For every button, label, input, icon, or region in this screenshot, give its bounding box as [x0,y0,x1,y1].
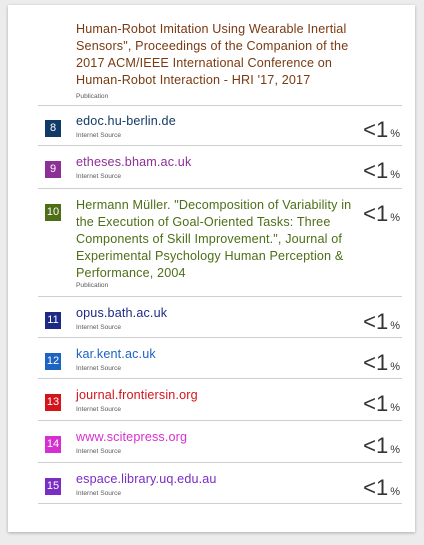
source-row-13: 13 journal.frontiersin.org Internet Sour… [38,379,402,421]
percent-sign: % [390,169,400,181]
source-type-label: Publication [76,93,109,100]
source-type-label: Internet Source [76,324,122,331]
source-number-badge: 10 [45,204,61,221]
source-row-10: 10 Hermann Müller. "Decomposition of Var… [38,189,402,297]
percent-sign: % [390,486,400,498]
source-row-14: 14 www.scitepress.org Internet Source <1… [38,421,402,463]
source-title[interactable]: Human-Robot Imitation Using Wearable Ine… [76,21,358,89]
similarity-percent: <1% [363,201,400,227]
source-row-11: 11 opus.bath.ac.uk Internet Source <1% [38,297,402,338]
source-number-badge: 11 [45,312,61,329]
sources-card: Human-Robot Imitation Using Wearable Ine… [8,5,415,532]
source-link[interactable]: etheses.bham.ac.uk [76,154,356,171]
source-row-15: 15 espace.library.uq.edu.au Internet Sou… [38,463,402,504]
source-link[interactable]: espace.library.uq.edu.au [76,471,356,488]
similarity-value: <1 [363,475,389,500]
source-type-label: Internet Source [76,132,122,139]
percent-sign: % [390,444,400,456]
similarity-percent: <1% [363,391,400,417]
source-link[interactable]: edoc.hu-berlin.de [76,113,356,130]
source-type-label: Internet Source [76,448,122,455]
source-type-label: Internet Source [76,173,122,180]
similarity-value: <1 [363,350,389,375]
percent-sign: % [390,402,400,414]
source-type-label: Internet Source [76,406,122,413]
percent-sign: % [390,128,400,140]
percent-sign: % [390,320,400,332]
similarity-value: <1 [363,158,389,183]
source-title[interactable]: Hermann Müller. "Decomposition of Variab… [76,197,354,282]
source-row-9: 9 etheses.bham.ac.uk Internet Source <1% [38,146,402,189]
similarity-value: <1 [363,309,389,334]
source-row-12: 12 kar.kent.ac.uk Internet Source <1% [38,338,402,379]
source-link[interactable]: opus.bath.ac.uk [76,305,356,322]
similarity-percent: <1% [363,309,400,335]
source-number-badge: 15 [45,478,61,495]
percent-sign: % [390,212,400,224]
similarity-value: <1 [363,433,389,458]
similarity-percent: <1% [363,475,400,501]
source-type-label: Internet Source [76,365,122,372]
source-number-badge: 12 [45,353,61,370]
source-number-badge: 8 [45,120,61,137]
source-link[interactable]: www.scitepress.org [76,429,356,446]
source-type-label: Internet Source [76,490,122,497]
similarity-value: <1 [363,117,389,142]
similarity-percent: <1% [363,350,400,376]
source-link[interactable]: journal.frontiersin.org [76,387,356,404]
percent-sign: % [390,361,400,373]
source-row-8: 8 edoc.hu-berlin.de Internet Source <1% [38,105,402,146]
source-type-label: Publication [76,282,109,289]
source-row-7: Human-Robot Imitation Using Wearable Ine… [38,5,402,106]
similarity-value: <1 [363,391,389,416]
similarity-value: <1 [363,201,389,226]
source-number-badge: 9 [45,161,61,178]
source-link[interactable]: kar.kent.ac.uk [76,346,356,363]
similarity-percent: <1% [363,158,400,184]
source-number-badge: 13 [45,394,61,411]
source-number-badge: 14 [45,436,61,453]
similarity-percent: <1% [363,117,400,143]
similarity-percent: <1% [363,433,400,459]
